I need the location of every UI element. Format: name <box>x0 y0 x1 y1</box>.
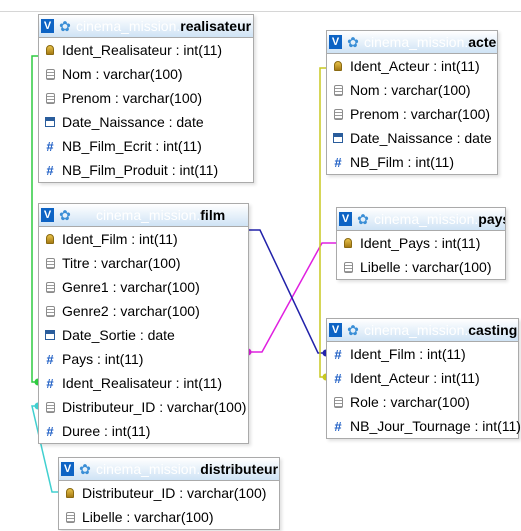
numeric-icon: # <box>334 154 342 170</box>
table-title: cinema_mission.acteur <box>364 34 497 50</box>
column-row[interactable]: # NB_Film_Ecrit : int(11) <box>39 134 253 158</box>
column-row[interactable]: # NB_Film_Produit : int(11) <box>39 158 253 182</box>
table-title: cinema_mission.film <box>96 207 226 223</box>
gear-icon[interactable]: ✿ <box>78 462 92 476</box>
varchar-icon <box>43 281 57 293</box>
varchar-icon <box>331 84 345 96</box>
date-icon <box>43 330 57 340</box>
toggle-button[interactable]: V <box>41 208 54 222</box>
gear-icon[interactable]: ✿ <box>58 19 72 33</box>
numeric-icon: # <box>46 162 54 178</box>
gear-icon[interactable]: ✿ <box>346 323 360 337</box>
varchar-icon <box>63 511 77 523</box>
column-row[interactable]: Genre1 : varchar(100) <box>39 275 248 299</box>
table-distributeur[interactable]: V ✿ cinema_mission.distributeur Distribu… <box>58 457 280 530</box>
column-row[interactable]: Date_Naissance : date <box>327 126 497 150</box>
varchar-icon <box>43 92 57 104</box>
column-row[interactable]: Prenom : varchar(100) <box>327 102 497 126</box>
column-row[interactable]: Titre : varchar(100) <box>39 251 248 275</box>
date-icon <box>43 117 57 127</box>
column-row[interactable]: Prenom : varchar(100) <box>39 86 253 110</box>
column-row[interactable]: Role : varchar(100) <box>327 390 518 414</box>
date-icon <box>331 133 345 143</box>
column-row[interactable]: # Ident_Realisateur : int(11) <box>39 371 248 395</box>
table-header[interactable]: V ✿ cinema_mission.distributeur <box>59 458 279 481</box>
varchar-icon <box>341 261 355 273</box>
toggle-button[interactable]: V <box>339 212 352 226</box>
table-casting[interactable]: V ✿ cinema_mission.casting # Ident_Film :… <box>326 318 521 439</box>
numeric-icon: # <box>334 370 342 386</box>
column-row[interactable]: Ident_Pays : int(11) <box>337 231 505 255</box>
column-row[interactable]: # Ident_Acteur : int(11) <box>327 366 518 390</box>
table-header[interactable]: V ✿ cinema_mission.casting <box>327 319 518 342</box>
table-title: cinema_mission.realisateur <box>76 18 252 34</box>
column-row[interactable]: # Duree : int(11) <box>39 419 248 443</box>
varchar-icon <box>43 401 57 413</box>
varchar-icon <box>43 305 57 317</box>
table-header[interactable]: V ✿ cinema_mission.realisateur <box>39 15 253 38</box>
column-row[interactable]: # Pays : int(11) <box>39 347 248 371</box>
column-row[interactable]: # NB_Film : int(11) <box>327 150 497 174</box>
column-row[interactable]: Distributeur_ID : varchar(100) <box>59 481 279 505</box>
numeric-icon: # <box>46 375 54 391</box>
table-header[interactable]: V ✿ cinema_mission.film <box>39 204 248 227</box>
gear-icon[interactable]: ✿ <box>58 208 72 222</box>
column-row[interactable]: Nom : varchar(100) <box>327 78 497 102</box>
varchar-icon <box>331 108 345 120</box>
primary-key-icon <box>43 234 57 244</box>
column-row[interactable]: Libelle : varchar(100) <box>59 505 279 529</box>
column-row[interactable]: Date_Sortie : date <box>39 323 248 347</box>
top-divider <box>0 11 521 12</box>
varchar-icon <box>331 396 345 408</box>
primary-key-icon <box>43 45 57 55</box>
gear-icon[interactable]: ✿ <box>346 35 360 49</box>
column-row[interactable]: # NB_Jour_Tournage : int(11) <box>327 414 521 438</box>
column-row[interactable]: Distributeur_ID : varchar(100) <box>39 395 248 419</box>
primary-key-icon <box>341 238 355 248</box>
toggle-button[interactable]: V <box>329 323 342 337</box>
varchar-icon <box>43 68 57 80</box>
table-acteur[interactable]: V ✿ cinema_mission.acteur Ident_Acteur :… <box>326 30 498 175</box>
table-title: cinema_mission.casting <box>364 322 518 338</box>
table-header[interactable]: V ✿ cinema_mission.pays <box>337 208 505 231</box>
relation-line-pays <box>247 242 336 353</box>
toggle-button[interactable]: V <box>61 462 74 476</box>
table-pays[interactable]: V ✿ cinema_mission.pays Ident_Pays : int… <box>336 207 506 280</box>
numeric-icon: # <box>46 351 54 367</box>
column-row[interactable]: Genre2 : varchar(100) <box>39 299 248 323</box>
table-title: cinema_mission.pays <box>374 211 505 227</box>
numeric-icon: # <box>46 423 54 439</box>
varchar-icon <box>43 257 57 269</box>
column-row[interactable]: Ident_Film : int(11) <box>39 227 248 251</box>
column-row[interactable]: Nom : varchar(100) <box>39 62 253 86</box>
gear-icon[interactable]: ✿ <box>356 212 370 226</box>
column-row[interactable]: Ident_Acteur : int(11) <box>327 54 497 78</box>
table-header[interactable]: V ✿ cinema_mission.acteur <box>327 31 497 54</box>
table-film[interactable]: V ✿ cinema_mission.film Ident_Film : int… <box>38 203 249 444</box>
toggle-button[interactable]: V <box>329 35 342 49</box>
numeric-icon: # <box>334 418 342 434</box>
column-row[interactable]: Date_Naissance : date <box>39 110 253 134</box>
table-title: cinema_mission.distributeur <box>96 461 279 477</box>
primary-key-icon <box>331 61 345 71</box>
column-row[interactable]: Ident_Realisateur : int(11) <box>39 38 253 62</box>
column-row[interactable]: Libelle : varchar(100) <box>337 255 505 279</box>
numeric-icon: # <box>334 346 342 362</box>
primary-key-icon <box>63 488 77 498</box>
table-realisateur[interactable]: V ✿ cinema_mission.realisateur Ident_Rea… <box>38 14 254 183</box>
column-row[interactable]: # Ident_Film : int(11) <box>327 342 518 366</box>
numeric-icon: # <box>46 138 54 154</box>
relation-line-film <box>247 229 326 354</box>
toggle-button[interactable]: V <box>41 19 54 33</box>
